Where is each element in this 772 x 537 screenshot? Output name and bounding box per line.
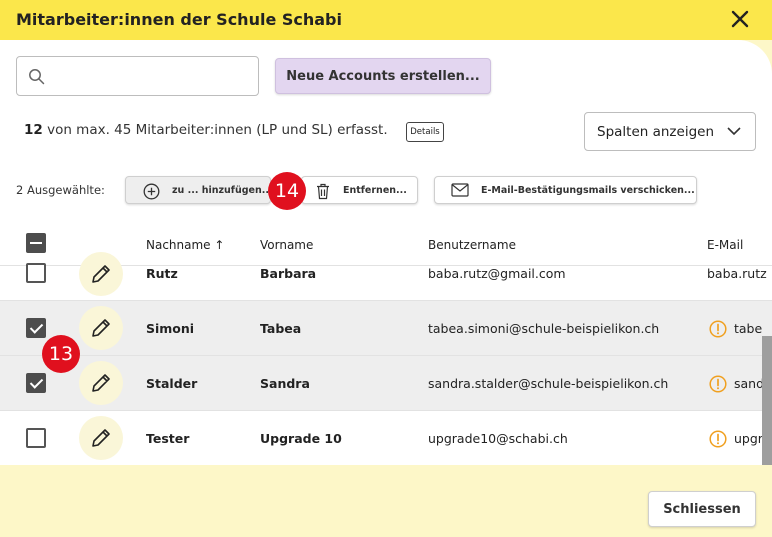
add-to-label: zu ... hinzufügen... xyxy=(172,185,273,196)
cell-benutzername: baba.rutz@gmail.com xyxy=(428,266,566,281)
selection-count-label: 2 Ausgewählte: xyxy=(16,183,105,197)
table-row: Rutz Barbara baba.rutz@gmail.com baba.ru… xyxy=(0,246,772,301)
close-dialog-button[interactable]: Schliessen xyxy=(648,491,756,527)
search-input[interactable] xyxy=(57,65,252,87)
details-button[interactable]: Details xyxy=(406,122,444,142)
staff-count: 12 xyxy=(24,122,43,138)
remove-label: Entfernen... xyxy=(343,185,407,196)
warning-icon xyxy=(709,375,727,393)
edit-button[interactable] xyxy=(79,306,123,350)
staff-count-text: von max. 45 Mitarbeiter:innen (LP und SL… xyxy=(42,122,388,138)
chevron-down-icon xyxy=(727,127,741,136)
annotation-badge-14: 14 xyxy=(268,172,306,210)
row-checkbox[interactable] xyxy=(26,428,46,448)
cell-nachname: Tester xyxy=(146,431,190,446)
edit-button[interactable] xyxy=(79,361,123,405)
vertical-scrollbar-thumb[interactable] xyxy=(762,336,772,465)
cell-vorname: Barbara xyxy=(260,266,317,281)
cell-benutzername: upgrade10@schabi.ch xyxy=(428,431,568,446)
cell-vorname: Tabea xyxy=(260,321,302,336)
edit-button[interactable] xyxy=(79,416,123,460)
send-confirmation-mails-button[interactable]: E-Mail-Bestätigungsmails verschicken... xyxy=(434,176,697,204)
table-row: Stalder Sandra sandra.stalder@schule-bei… xyxy=(0,356,772,411)
table-row: Tester Upgrade 10 upgrade10@schabi.ch up… xyxy=(0,411,772,465)
cell-email: baba.rutz xyxy=(707,266,767,281)
cell-email: tabe xyxy=(734,321,763,336)
edit-button[interactable] xyxy=(79,252,123,296)
add-to-button[interactable]: zu ... hinzufügen... xyxy=(125,176,273,204)
close-icon[interactable] xyxy=(729,8,751,30)
pencil-icon xyxy=(92,265,110,283)
cell-benutzername: sandra.stalder@schule-beispielikon.ch xyxy=(428,376,669,391)
dialog-header: Mitarbeiter:innen der Schule Schabi xyxy=(0,0,772,40)
new-accounts-button[interactable]: Neue Accounts erstellen... xyxy=(275,58,491,94)
table-row: Simoni Tabea tabea.simoni@schule-beispie… xyxy=(0,301,772,356)
search-box[interactable] xyxy=(16,56,259,96)
row-checkbox[interactable] xyxy=(26,263,46,283)
columns-dropdown-label: Spalten anzeigen xyxy=(597,123,715,140)
cell-email: upgr xyxy=(734,431,763,446)
search-icon xyxy=(29,69,45,85)
cell-benutzername: tabea.simoni@schule-beispielikon.ch xyxy=(428,321,660,336)
mail-icon xyxy=(451,183,469,197)
warning-icon xyxy=(709,430,727,448)
cell-email: sand xyxy=(734,376,765,391)
columns-dropdown[interactable]: Spalten anzeigen xyxy=(584,112,756,151)
pencil-icon xyxy=(92,429,110,447)
staff-count-summary: 12 von max. 45 Mitarbeiter:innen (LP und… xyxy=(24,122,388,138)
cell-nachname: Simoni xyxy=(146,321,195,336)
pencil-icon xyxy=(92,319,110,337)
row-checkbox[interactable] xyxy=(26,373,46,393)
plus-circle-icon xyxy=(143,183,160,200)
trash-icon xyxy=(317,183,329,200)
dialog-title: Mitarbeiter:innen der Schule Schabi xyxy=(16,10,342,29)
cell-vorname: Sandra xyxy=(260,376,310,391)
dialog-body: Neue Accounts erstellen... 12 von max. 4… xyxy=(0,40,772,465)
cell-vorname: Upgrade 10 xyxy=(260,431,342,446)
warning-icon xyxy=(709,320,727,338)
remove-button[interactable]: Entfernen... xyxy=(301,176,418,204)
pencil-icon xyxy=(92,374,110,392)
row-checkbox[interactable] xyxy=(26,318,46,338)
annotation-badge-13: 13 xyxy=(42,335,80,373)
cell-nachname: Rutz xyxy=(146,266,178,281)
cell-nachname: Stalder xyxy=(146,376,198,391)
send-confirmation-mails-label: E-Mail-Bestätigungsmails verschicken... xyxy=(481,185,695,196)
